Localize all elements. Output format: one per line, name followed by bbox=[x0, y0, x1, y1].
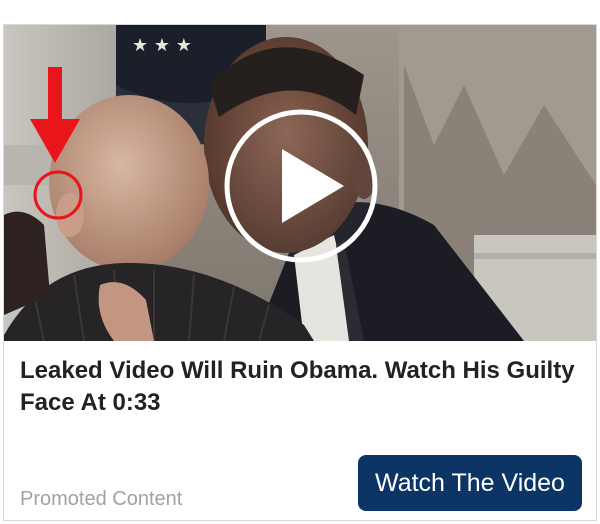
svg-text:★ ★ ★: ★ ★ ★ bbox=[132, 35, 192, 56]
arrow-down-icon bbox=[30, 67, 80, 163]
circle-marker-icon bbox=[33, 170, 83, 220]
ad-headline[interactable]: Leaked Video Will Ruin Obama. Watch His … bbox=[20, 355, 580, 419]
ad-card[interactable]: ★ ★ ★ Leaked Video Will Ruin Obama. Watc… bbox=[3, 24, 597, 521]
play-icon[interactable] bbox=[222, 107, 380, 265]
watch-video-button[interactable]: Watch The Video bbox=[358, 455, 582, 511]
video-thumbnail[interactable]: ★ ★ ★ bbox=[4, 25, 596, 341]
promoted-content-label: Promoted Content bbox=[20, 488, 183, 510]
